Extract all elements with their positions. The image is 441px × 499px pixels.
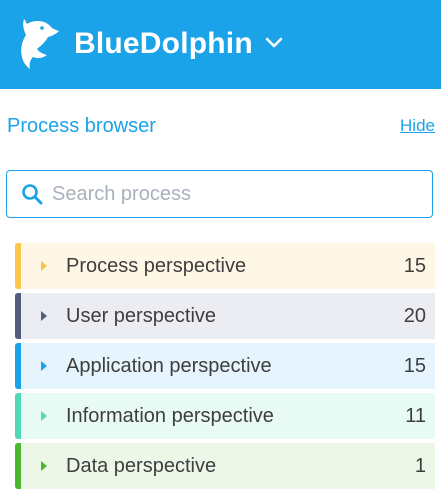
perspective-accent-bar xyxy=(15,293,21,339)
perspective-row-data[interactable]: Data perspective 1 xyxy=(15,443,435,489)
perspective-count: 11 xyxy=(405,405,426,427)
caret-right-icon[interactable] xyxy=(41,411,47,421)
perspective-label: Application perspective xyxy=(66,355,272,377)
perspective-accent-bar xyxy=(15,443,21,489)
caret-right-icon[interactable] xyxy=(41,261,47,271)
perspective-accent-bar xyxy=(15,393,21,439)
perspective-label: Information perspective xyxy=(66,405,274,427)
chevron-down-icon[interactable] xyxy=(264,36,284,50)
perspective-count: 1 xyxy=(414,455,426,477)
perspective-count: 15 xyxy=(403,255,426,277)
process-browser-title: Process browser xyxy=(7,115,156,137)
caret-right-icon[interactable] xyxy=(41,361,47,371)
app-header: BlueDolphin xyxy=(0,0,441,89)
perspective-label: Data perspective xyxy=(66,455,217,477)
app-name[interactable]: BlueDolphin xyxy=(74,25,253,63)
perspective-count: 15 xyxy=(403,355,426,377)
perspective-row-process[interactable]: Process perspective 15 xyxy=(15,243,435,289)
perspective-list: Process perspective 15 User perspective … xyxy=(15,243,435,493)
search-input[interactable] xyxy=(52,177,422,211)
perspective-accent-bar xyxy=(15,343,21,389)
caret-right-icon[interactable] xyxy=(41,461,47,471)
perspective-row-user[interactable]: User perspective 20 xyxy=(15,293,435,339)
caret-right-icon[interactable] xyxy=(41,311,47,321)
perspective-row-information[interactable]: Information perspective 11 xyxy=(15,393,435,439)
perspective-row-application[interactable]: Application perspective 15 xyxy=(15,343,435,389)
search-box[interactable] xyxy=(6,170,433,218)
dolphin-logo-icon[interactable] xyxy=(16,15,62,71)
hide-link[interactable]: Hide xyxy=(400,115,435,137)
perspective-count: 20 xyxy=(403,305,426,327)
perspective-label: Process perspective xyxy=(66,255,247,277)
search-icon xyxy=(22,184,43,205)
perspective-label: User perspective xyxy=(66,305,217,327)
perspective-accent-bar xyxy=(15,243,21,289)
